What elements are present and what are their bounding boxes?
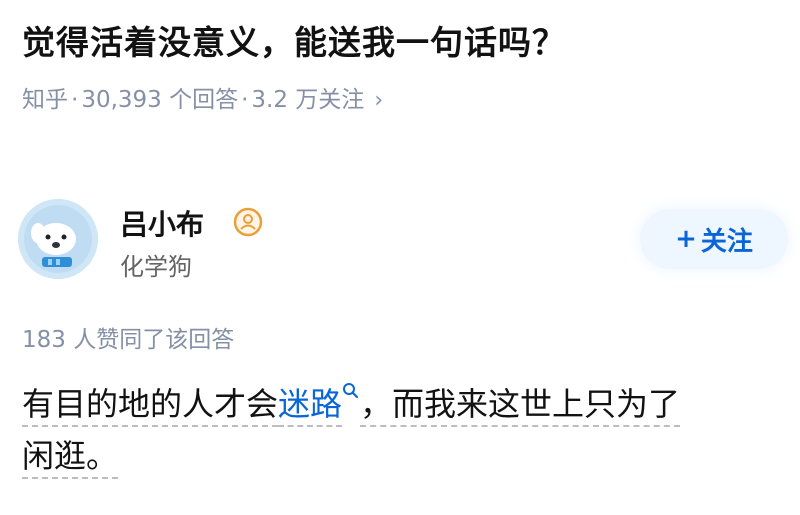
- answer-content: 有目的地的人才会迷路 ，而我来这世上只为了 闲逛。: [22, 378, 782, 482]
- dog-avatar-icon: [18, 199, 98, 279]
- vote-count: 183 人赞同了该回答: [22, 327, 235, 353]
- question-meta[interactable]: 知乎 · 30,393 个回答 · 3.2 万关注 ›: [22, 80, 383, 114]
- follower-count: 3.2 万关注: [251, 87, 365, 113]
- answer-text: 有目的地的人才会: [22, 385, 279, 427]
- meta-separator: ·: [241, 87, 249, 113]
- answer-text: 闲逛。: [22, 437, 119, 479]
- author-row: 吕小布 化学狗 + 关注: [18, 195, 788, 285]
- chevron-right-icon[interactable]: ›: [374, 88, 383, 113]
- answer-text: ，而我来这世上只为了: [360, 385, 681, 427]
- section-divider: [0, 150, 800, 170]
- author-name[interactable]: 吕小布: [120, 203, 204, 243]
- follow-button[interactable]: + 关注: [640, 209, 788, 269]
- keyword-link[interactable]: 迷路: [278, 385, 343, 427]
- follow-label: 关注: [700, 226, 753, 257]
- source-label: 知乎: [22, 87, 68, 113]
- answer-line: 闲逛。: [22, 430, 782, 482]
- author-headline: 化学狗: [120, 253, 192, 281]
- search-icon[interactable]: [342, 382, 360, 400]
- answer-line: 有目的地的人才会迷路 ，而我来这世上只为了: [22, 378, 782, 430]
- verified-user-badge-icon: [233, 207, 263, 237]
- question-title[interactable]: 觉得活着没意义，能送我一句话吗？: [22, 16, 566, 64]
- avatar[interactable]: [18, 199, 98, 279]
- meta-separator: ·: [71, 87, 79, 113]
- plus-icon: +: [675, 224, 697, 254]
- answer-count: 30,393 个回答: [81, 87, 239, 113]
